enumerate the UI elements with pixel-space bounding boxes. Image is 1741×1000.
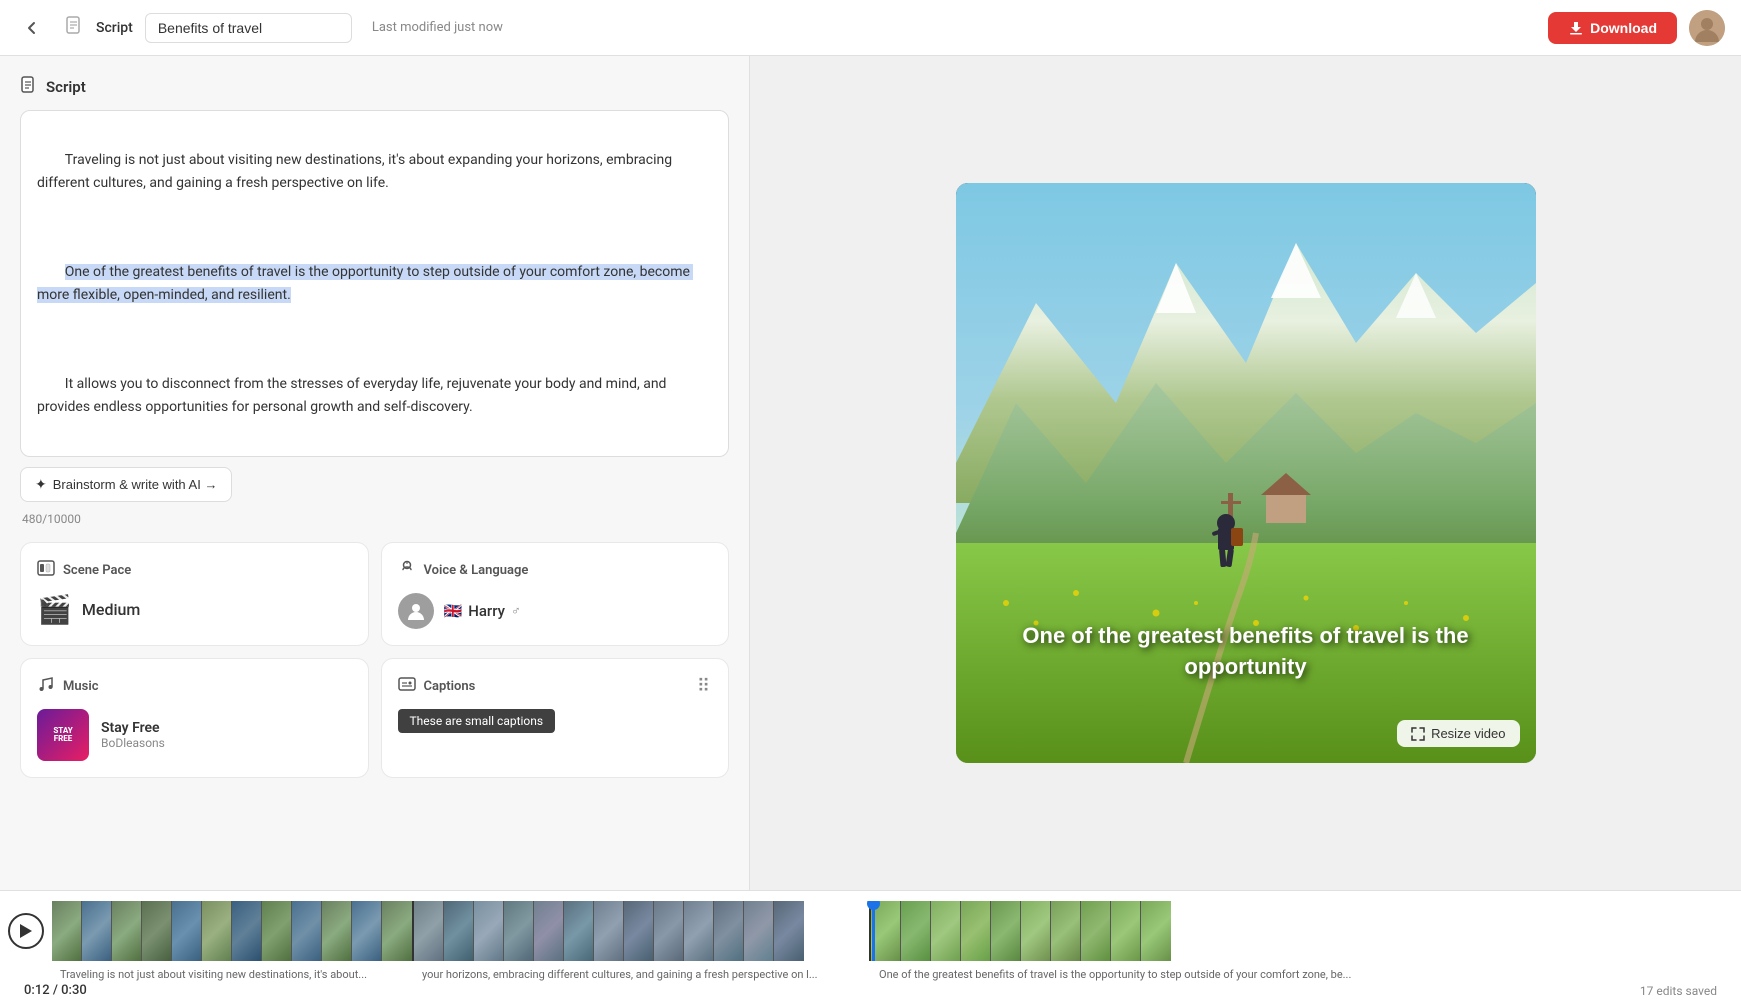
voice-language-title: Voice & Language [424, 563, 529, 578]
scene-pace-header: Scene Pace [37, 559, 352, 581]
caption-preview-text: These are small captions [398, 709, 556, 733]
script-section-icon [20, 76, 38, 98]
cards-second-row: Music STAYFREE Stay Free BoDleasons [0, 658, 749, 798]
download-button[interactable]: Download [1548, 12, 1677, 44]
voice-language-content: 🇬🇧 Harry ♂ [398, 593, 713, 629]
pace-icon: 🎬 [37, 593, 72, 626]
video-caption-line2: opportunity [976, 652, 1516, 683]
timeline-bottom: 0:12 / 0:30 17 edits saved [0, 981, 1741, 1000]
scene-pace-content: 🎬 Medium [37, 593, 352, 626]
music-title: Music [63, 679, 98, 694]
timeline-segment-3 [871, 901, 1733, 961]
captions-icon [398, 675, 416, 697]
captions-dots-icon[interactable]: ⠿ [697, 676, 712, 697]
video-container: One of the greatest benefits of travel i… [956, 183, 1536, 763]
script-paragraph-1: Traveling is not just about visiting new… [37, 152, 676, 190]
voice-avatar-icon [398, 593, 434, 629]
scene-pace-card[interactable]: Scene Pace 🎬 Medium [20, 542, 369, 646]
script-paragraph-3: It allows you to disconnect from the str… [37, 376, 670, 414]
resize-video-button[interactable]: Resize video [1397, 720, 1519, 747]
music-track-name: Stay Free [101, 720, 165, 736]
sparkle-icon: ✦ [35, 476, 47, 493]
document-title-input[interactable] [145, 13, 352, 43]
timeline-caption-1: Traveling is not just about visiting new… [56, 968, 418, 981]
timeline: Traveling is not just about visiting new… [0, 890, 1741, 1000]
voice-icon [398, 559, 416, 581]
doc-icon [64, 15, 84, 40]
music-content: STAYFREE Stay Free BoDleasons [37, 709, 352, 761]
timeline-track[interactable] [52, 901, 1733, 961]
captions-preview-area: These are small captions [398, 709, 713, 733]
right-panel: One of the greatest benefits of travel i… [750, 56, 1741, 890]
cards-row: Scene Pace 🎬 Medium [0, 526, 749, 646]
back-button[interactable] [16, 12, 48, 44]
pace-value: Medium [82, 600, 141, 619]
timeline-captions-row: Traveling is not just about visiting new… [0, 966, 1741, 981]
music-info: Stay Free BoDleasons [101, 720, 165, 750]
scene-pace-icon [37, 559, 55, 581]
video-overlay-text: One of the greatest benefits of travel i… [956, 621, 1536, 683]
header: Script Last modified just now Download [0, 0, 1741, 56]
voice-language-header: Voice & Language [398, 559, 713, 581]
voice-flag: 🇬🇧 [444, 602, 463, 620]
timeline-segment-1 [52, 901, 412, 961]
char-count: 480/10000 [20, 512, 729, 526]
left-panel: Script Traveling is not just about visit… [0, 56, 750, 890]
script-label: Script [96, 20, 133, 36]
script-section-title: Script [46, 78, 86, 96]
captions-title: Captions [424, 679, 476, 694]
script-paragraph-2-highlighted: One of the greatest benefits of travel i… [37, 264, 693, 302]
timeline-playhead[interactable] [872, 901, 875, 961]
scene-pace-title: Scene Pace [63, 563, 131, 578]
gender-icon: ♂ [511, 603, 521, 619]
script-editor[interactable]: Traveling is not just about visiting new… [20, 110, 729, 457]
timeline-caption-2: your horizons, embracing different cultu… [418, 968, 875, 981]
edits-saved: 17 edits saved [1628, 982, 1729, 1000]
video-caption-line1: One of the greatest benefits of travel i… [976, 621, 1516, 652]
user-avatar[interactable] [1689, 10, 1725, 46]
voice-name: 🇬🇧 Harry ♂ [444, 602, 521, 620]
video-scene: One of the greatest benefits of travel i… [956, 183, 1536, 763]
main-layout: Script Traveling is not just about visit… [0, 56, 1741, 890]
music-icon [37, 675, 55, 697]
timeline-segment-2 [414, 901, 869, 961]
time-display: 0:12 / 0:30 [12, 981, 99, 1000]
play-button[interactable] [8, 913, 44, 949]
music-artist: BoDleasons [101, 736, 165, 750]
brainstorm-button[interactable]: ✦ Brainstorm & write with AI → [20, 467, 232, 502]
captions-card-header: Captions [398, 675, 476, 697]
captions-card[interactable]: Captions ⠿ These are small captions [381, 658, 730, 778]
script-section: Script Traveling is not just about visit… [0, 56, 749, 526]
modified-text: Last modified just now [372, 20, 503, 35]
script-section-header: Script [20, 76, 729, 98]
music-thumbnail: STAYFREE [37, 709, 89, 761]
voice-language-card[interactable]: Voice & Language 🇬🇧 Harry ♂ [381, 542, 730, 646]
captions-header: Captions ⠿ [398, 675, 713, 697]
timeline-caption-3: One of the greatest benefits of travel i… [875, 968, 1685, 981]
music-header: Music [37, 675, 352, 697]
music-card[interactable]: Music STAYFREE Stay Free BoDleasons [20, 658, 369, 778]
